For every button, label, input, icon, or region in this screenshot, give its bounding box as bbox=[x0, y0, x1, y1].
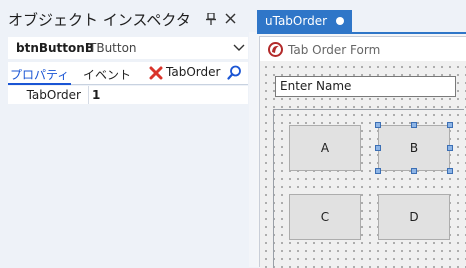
pin-icon[interactable] bbox=[206, 13, 216, 25]
button-a[interactable]: A bbox=[289, 125, 361, 171]
selection-handle[interactable] bbox=[375, 168, 381, 174]
selection-handle[interactable] bbox=[447, 122, 453, 128]
selection-handle[interactable] bbox=[447, 145, 453, 151]
clear-x-icon[interactable] bbox=[149, 66, 163, 80]
column-divider bbox=[88, 86, 89, 104]
object-inspector-panel: オブジェクト インスペクタ btnButtonB TButton プロパティ イ… bbox=[0, 0, 248, 267]
panel-title: オブジェクト インスペクタ bbox=[8, 11, 191, 29]
tab-properties[interactable]: プロパティ bbox=[8, 64, 72, 85]
document-tab-label: uTabOrder bbox=[265, 14, 328, 28]
property-name: TabOrder bbox=[26, 88, 81, 102]
selected-component-type: TButton bbox=[89, 41, 137, 55]
form-designer: uTabOrder Tab Order Form Enter Name A B … bbox=[249, 0, 466, 268]
form-title-bar: Tab Order Form bbox=[260, 37, 466, 61]
button-panel[interactable]: A B C D bbox=[273, 109, 464, 268]
button-d[interactable]: D bbox=[378, 194, 450, 240]
property-value[interactable]: 1 bbox=[92, 88, 100, 102]
document-tab[interactable]: uTabOrder bbox=[257, 10, 352, 32]
selection-handle[interactable] bbox=[447, 168, 453, 174]
form-window[interactable]: Tab Order Form Enter Name A B C D bbox=[259, 36, 466, 268]
property-search-input[interactable]: TabOrder bbox=[166, 65, 220, 79]
component-selector[interactable]: btnButtonB TButton bbox=[8, 37, 248, 59]
selection-handle[interactable] bbox=[411, 122, 417, 128]
close-icon[interactable] bbox=[225, 13, 236, 24]
selected-component-name: btnButtonB bbox=[16, 41, 94, 55]
form-client-area[interactable]: Enter Name A B C D bbox=[260, 61, 466, 268]
design-canvas[interactable]: Tab Order Form Enter Name A B C D bbox=[257, 34, 466, 268]
selection-handle[interactable] bbox=[375, 145, 381, 151]
chevron-down-icon[interactable] bbox=[233, 44, 245, 52]
app-logo-icon bbox=[268, 42, 283, 57]
tab-events[interactable]: イベント bbox=[83, 66, 131, 83]
modified-dot-icon[interactable] bbox=[336, 17, 344, 25]
search-icon[interactable] bbox=[227, 65, 242, 80]
selection-handle[interactable] bbox=[411, 168, 417, 174]
form-title: Tab Order Form bbox=[288, 43, 381, 57]
button-c[interactable]: C bbox=[289, 194, 361, 240]
button-b[interactable]: B bbox=[378, 125, 450, 171]
selection-handle[interactable] bbox=[375, 122, 381, 128]
property-row[interactable]: TabOrder 1 bbox=[8, 86, 248, 104]
name-input[interactable]: Enter Name bbox=[275, 76, 456, 97]
